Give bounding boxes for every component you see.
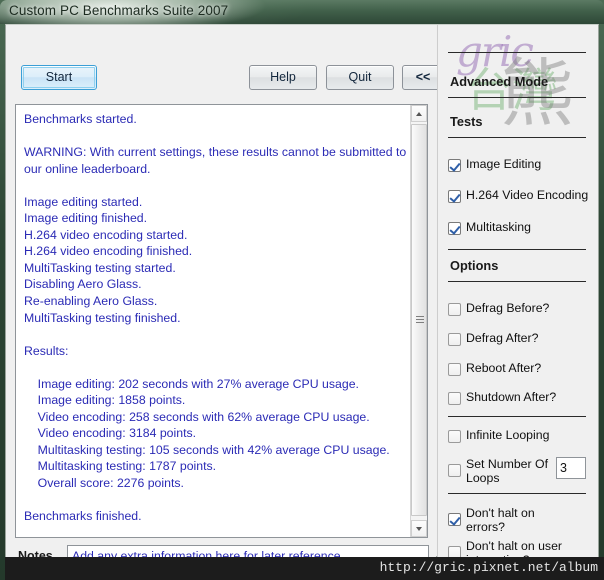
checkbox-set-number-of-loops[interactable]: Set Number Of Loops [448,457,570,485]
loops-count-input[interactable] [556,457,586,479]
separator-options-bottom [448,281,586,282]
checkbox-defrag-before[interactable]: Defrag Before? [448,301,550,316]
checkbox-shutdown-after[interactable]: Shutdown After? [448,390,557,405]
checkbox-box-icon[interactable] [448,464,461,477]
checkbox-box-icon[interactable] [448,333,461,346]
checkbox-box-icon[interactable] [448,392,461,405]
scroll-up-arrow-icon[interactable] [411,105,427,122]
advanced-mode-heading: Advanced Mode [450,74,549,89]
checkbox-defrag-after[interactable]: Defrag After? [448,331,539,346]
checkbox-infinite-looping[interactable]: Infinite Looping [448,428,550,443]
watermark-gray-text: 熊 [500,51,574,137]
separator-advanced [448,97,586,98]
separator-options-top [448,249,586,250]
checkbox-box-icon[interactable] [448,513,461,526]
checkbox-box-icon[interactable] [448,303,461,316]
checkbox-label: Reboot After? [466,361,542,375]
watermark-url-bar: http://gric.pixnet.net/album [5,557,604,580]
checkbox-label: Defrag After? [466,331,539,345]
checkbox-box-icon[interactable] [448,190,461,203]
title-bar: Custom PC Benchmarks Suite 2007 [0,0,604,24]
scrollbar-grip-icon [416,316,424,324]
checkbox-label: Defrag Before? [466,301,550,315]
benchmark-log-box[interactable]: Benchmarks started. WARNING: With curren… [15,104,428,538]
checkbox-label: Shutdown After? [466,390,557,404]
checkbox-label: H.264 Video Encoding [466,188,589,202]
checkbox-box-icon[interactable] [448,430,461,443]
checkbox-image-editing[interactable]: Image Editing [448,157,542,172]
checkbox-label: Multitasking [466,220,531,234]
help-button[interactable]: Help [249,65,317,90]
benchmark-log-text: Benchmarks started. WARNING: With curren… [24,112,407,524]
scroll-down-arrow-icon[interactable] [411,520,427,537]
checkbox-reboot-after[interactable]: Reboot After? [448,361,542,376]
checkbox-label: Image Editing [466,157,542,171]
checkbox-label: Don't halt on errors? [466,506,535,534]
application-window: Custom PC Benchmarks Suite 2007 Start He… [0,0,604,580]
start-button[interactable]: Start [21,65,97,90]
quit-button[interactable]: Quit [326,65,394,90]
window-title: Custom PC Benchmarks Suite 2007 [9,3,229,18]
checkbox-label: Set Number Of Loops [466,457,549,485]
checkbox-box-icon[interactable] [448,222,461,235]
checkbox-box-icon[interactable] [448,159,461,172]
separator-looping [448,416,586,417]
checkbox-dont-halt-on-user-interaction[interactable]: Don't halt on user interaction? [448,539,570,558]
checkbox-box-icon[interactable] [448,363,461,376]
options-heading: Options [450,258,499,273]
tests-heading: Tests [450,114,483,129]
checkbox-h264-video-encoding[interactable]: H.264 Video Encoding [448,188,589,203]
toolbar: Start Help Quit << [6,25,444,90]
checkbox-label: Infinite Looping [466,428,550,442]
checkbox-multitasking[interactable]: Multitasking [448,220,531,235]
checkbox-dont-halt-on-errors[interactable]: Don't halt on errors? [448,506,570,534]
checkbox-label: Don't halt on user interaction? [466,539,562,558]
watermark-url-text: http://gric.pixnet.net/album [379,560,598,575]
scrollbar-thumb[interactable] [411,124,427,516]
log-scrollbar[interactable] [410,105,427,537]
separator-top [448,52,586,53]
separator-tests [448,137,586,138]
left-pane: Start Help Quit << Benchmarks started. W… [6,25,444,566]
sidebar: gric 台灣 熊 Advanced Mode Tests Image Edit… [437,25,598,558]
separator-halting [448,493,586,494]
client-area: Start Help Quit << Benchmarks started. W… [5,24,599,566]
